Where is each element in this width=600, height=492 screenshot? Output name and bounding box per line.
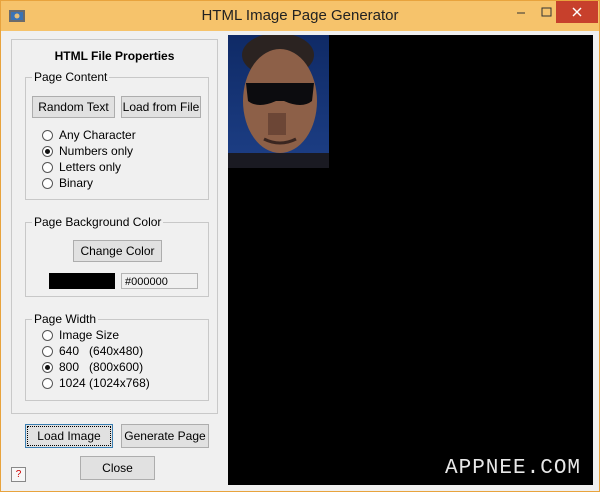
radio-label: 1024 (1024x768)	[59, 376, 150, 390]
background-color-legend: Page Background Color	[34, 215, 162, 229]
app-window: HTML Image Page Generator HTML File Prop…	[0, 0, 600, 492]
page-width-legend: Page Width	[34, 312, 97, 326]
radio-circle	[42, 377, 53, 389]
watermark-text: APPNEE.COM	[445, 457, 582, 480]
radio-640[interactable]: 640 (640x480)	[42, 344, 143, 358]
radio-circle	[42, 345, 53, 357]
color-hex-field[interactable]: #000000	[121, 273, 198, 289]
close-icon	[572, 7, 582, 17]
panel-title: HTML File Properties	[54, 49, 175, 63]
radio-800[interactable]: 800 (800x600)	[42, 360, 143, 374]
radio-label: Numbers only	[59, 144, 134, 158]
radio-label: 800 (800x600)	[59, 360, 144, 374]
title-bar[interactable]: HTML Image Page Generator	[1, 1, 599, 31]
radio-letters-only[interactable]: Letters only	[42, 160, 121, 174]
radio-label: Binary	[59, 176, 94, 190]
radio-circle	[42, 177, 53, 189]
portrait-image	[228, 35, 329, 168]
radio-label: 640 (640x480)	[59, 344, 144, 358]
change-color-button[interactable]: Change Color	[73, 240, 162, 262]
radio-any-character[interactable]: Any Character	[42, 128, 136, 142]
color-swatch	[49, 273, 115, 289]
load-from-file-button[interactable]: Load from File	[121, 96, 201, 118]
image-preview	[228, 35, 593, 485]
radio-numbers-only[interactable]: Numbers only	[42, 144, 133, 158]
radio-circle-selected	[42, 145, 53, 157]
radio-binary[interactable]: Binary	[42, 176, 93, 190]
radio-image-size[interactable]: Image Size	[42, 328, 119, 342]
radio-label: Image Size	[59, 328, 120, 342]
radio-label: Letters only	[59, 160, 122, 174]
close-button[interactable]: Close	[80, 456, 155, 480]
radio-circle	[42, 161, 53, 173]
radio-label: Any Character	[59, 128, 136, 142]
radio-1024[interactable]: 1024 (1024x768)	[42, 376, 150, 390]
load-image-button[interactable]: Load Image	[25, 424, 113, 448]
random-text-button[interactable]: Random Text	[32, 96, 115, 118]
page-content-legend: Page Content	[34, 70, 108, 84]
radio-circle	[42, 129, 53, 141]
help-button[interactable]: ?	[11, 467, 26, 482]
close-window-button[interactable]	[556, 1, 598, 23]
radio-circle	[42, 329, 53, 341]
radio-circle-selected	[42, 361, 53, 373]
generate-page-button[interactable]: Generate Page	[121, 424, 209, 448]
